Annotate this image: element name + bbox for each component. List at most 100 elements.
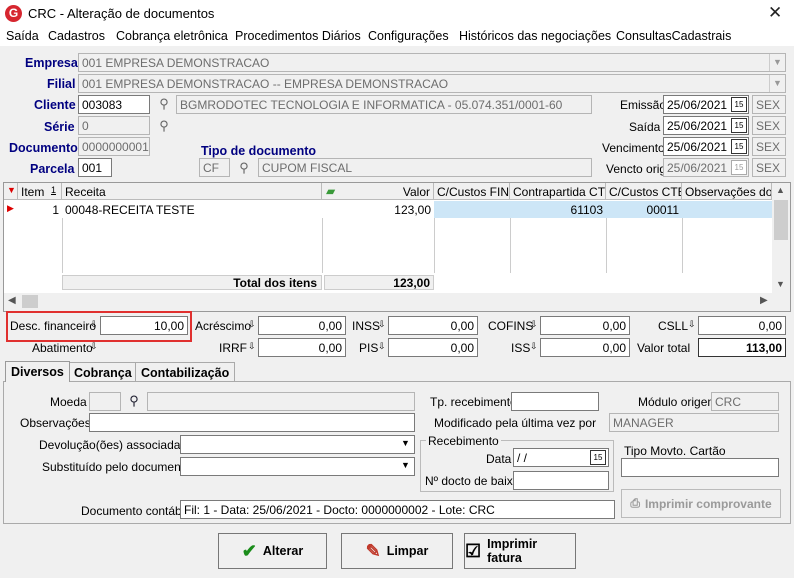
cliente-code-input[interactable]: 003083: [78, 95, 150, 114]
valor-total-field: 113,00: [698, 338, 786, 357]
grid-header-contrapartida[interactable]: Contrapartida CTB: [510, 183, 606, 200]
cofins-label: COFINS: [488, 319, 534, 333]
grid-header-cc-ctb[interactable]: C/Custos CTB: [606, 183, 682, 200]
pis-input[interactable]: 0,00: [388, 338, 478, 357]
money-icon: ▰: [326, 184, 336, 198]
limpar-button[interactable]: ✎ Limpar: [341, 533, 453, 569]
imprimir-fatura-button[interactable]: ☑ Imprimir fatura: [464, 533, 576, 569]
documento-contabil-label: Documento contábil: [81, 504, 188, 518]
sort-indicator-icon[interactable]: 1: [48, 183, 62, 200]
tab-cobranca[interactable]: Cobrança: [68, 362, 138, 382]
saida-day-field: SEX: [752, 116, 786, 135]
row-receita: 00048-RECEITA TESTE: [65, 203, 195, 217]
title-bar: G CRC - Alteração de documentos ✕: [0, 0, 794, 26]
empresa-dropdown-icon[interactable]: ▼: [769, 54, 785, 71]
vertical-scroll-thumb[interactable]: [774, 200, 788, 240]
menu-configuracoes[interactable]: Configurações: [368, 29, 449, 43]
filial-select[interactable]: 001 EMPRESA DEMONSTRACAO -- EMPRESA DEMO…: [78, 74, 786, 93]
menu-saida[interactable]: Saída: [6, 29, 39, 43]
csll-input[interactable]: 0,00: [698, 316, 786, 335]
grid-header-valor[interactable]: ▰ Valor: [322, 183, 434, 200]
tab-diversos[interactable]: Diversos: [5, 361, 70, 382]
tipo-code-input[interactable]: CF: [199, 158, 230, 177]
horizontal-scroll-thumb[interactable]: [22, 295, 38, 308]
tipo-movto-cartao-input[interactable]: [621, 458, 779, 477]
menu-consultas-cadastrais[interactable]: ConsultasCadastrais: [616, 29, 731, 43]
table-row[interactable]: ▶ 1 00048-RECEITA TESTE 123,00 61103 000…: [4, 201, 772, 218]
vertical-scrollbar[interactable]: ▲ ▼: [772, 183, 790, 293]
vencimento-day-field: SEX: [752, 137, 786, 156]
devolucoes-select[interactable]: [180, 435, 415, 454]
alterar-button[interactable]: ✔ Alterar: [218, 533, 327, 569]
items-grid[interactable]: ▼ Item 1 Receita ▰ Valor C/Custos FIN Co…: [3, 182, 791, 312]
irrf-arrow-icon: ⇩: [248, 341, 256, 351]
row-item: 1: [52, 203, 59, 217]
parcela-input[interactable]: 001: [78, 158, 112, 177]
n-docto-baixa-input[interactable]: [513, 471, 609, 490]
empresa-select[interactable]: 001 EMPRESA DEMONSTRACAO: [78, 53, 786, 72]
pis-arrow-icon: ⇩: [378, 341, 386, 351]
serie-search-icon[interactable]: ⚲: [152, 116, 176, 136]
modificado-field: MANAGER: [609, 413, 779, 432]
scroll-up-icon[interactable]: ▲: [776, 185, 785, 195]
documento-input[interactable]: 0000000001: [78, 137, 150, 156]
close-icon[interactable]: ✕: [768, 3, 782, 23]
menu-historicos[interactable]: Históricos das negociações: [459, 29, 611, 43]
grid-header-receita[interactable]: Receita: [62, 183, 322, 200]
cliente-search-icon[interactable]: ⚲: [152, 94, 176, 114]
horizontal-scrollbar[interactable]: ◀ ▶: [4, 293, 790, 311]
moeda-code-input[interactable]: [89, 392, 121, 411]
observacoes-input[interactable]: [89, 413, 415, 432]
irrf-input[interactable]: 0,00: [258, 338, 346, 357]
grid-header-cc-fin[interactable]: C/Custos FIN: [434, 183, 510, 200]
row-contrapartida: 61103: [510, 201, 606, 218]
tab-contabilizacao[interactable]: Contabilização: [135, 362, 236, 382]
saida-calendar-icon[interactable]: 15: [731, 118, 747, 133]
saida-label: Saída: [629, 120, 661, 134]
scroll-right-icon[interactable]: ▶: [760, 295, 768, 306]
serie-input[interactable]: 0: [78, 116, 150, 135]
acrescimo-label: Acréscimo: [195, 319, 252, 333]
inss-input[interactable]: 0,00: [388, 316, 478, 335]
total-label: Total dos itens: [62, 275, 322, 290]
row-cc-fin: [434, 201, 510, 218]
iss-label: ISS: [511, 341, 531, 355]
iss-input[interactable]: 0,00: [540, 338, 630, 357]
menu-cobranca-eletronica[interactable]: Cobrança eletrônica: [116, 29, 228, 43]
substituido-select[interactable]: [180, 457, 415, 476]
moeda-search-icon[interactable]: ⚲: [122, 391, 146, 411]
pis-label: PIS: [359, 341, 379, 355]
filial-dropdown-icon[interactable]: ▼: [769, 75, 785, 92]
n-docto-baixa-label: Nº docto de baixa: [425, 474, 520, 488]
modificado-label: Modificado pela última vez por: [434, 416, 597, 430]
empresa-label: Empresa: [25, 56, 78, 70]
csll-label: CSLL: [658, 319, 689, 333]
menu-cadastros[interactable]: Cadastros: [48, 29, 105, 43]
tipo-movto-cartao-label: Tipo Movto. Cartão: [624, 444, 726, 458]
scroll-left-icon[interactable]: ◀: [8, 295, 16, 306]
total-value: 123,00: [324, 275, 434, 290]
imprimir-comprovante-button[interactable]: ⎙ Imprimir comprovante: [621, 489, 781, 518]
data-calendar-icon[interactable]: 15: [590, 450, 606, 465]
grid-divider: [322, 218, 323, 273]
menu-procedimentos-diarios[interactable]: Procedimentos Diários: [235, 29, 361, 43]
tipo-documento-label: Tipo de documento: [201, 144, 317, 158]
devolucoes-dropdown-icon[interactable]: ▼: [401, 438, 410, 448]
grid-divider: [434, 218, 435, 273]
emissao-calendar-icon[interactable]: 15: [731, 97, 747, 112]
tp-recebimento-input[interactable]: [511, 392, 599, 411]
vencto-orig-day-field: SEX: [752, 158, 786, 177]
diversos-panel: Moeda ⚲ Observações Devolução(ões) assoc…: [3, 381, 791, 524]
grid-header-obs[interactable]: Observações do ite: [682, 183, 772, 200]
grid-header-item[interactable]: Item: [18, 183, 49, 200]
acrescimo-input[interactable]: 0,00: [258, 316, 346, 335]
tipo-search-icon[interactable]: ⚲: [232, 158, 256, 178]
substituido-dropdown-icon[interactable]: ▼: [401, 460, 410, 470]
abatimento-label: Abatimento: [32, 341, 93, 355]
cofins-input[interactable]: 0,00: [540, 316, 630, 335]
csll-arrow-icon: ⇩: [688, 319, 696, 329]
abatimento-arrow-icon: ⇩: [90, 341, 98, 351]
vencimento-calendar-icon[interactable]: 15: [731, 139, 747, 154]
tp-recebimento-label: Tp. recebimento: [430, 395, 517, 409]
scroll-down-icon[interactable]: ▼: [776, 279, 785, 289]
